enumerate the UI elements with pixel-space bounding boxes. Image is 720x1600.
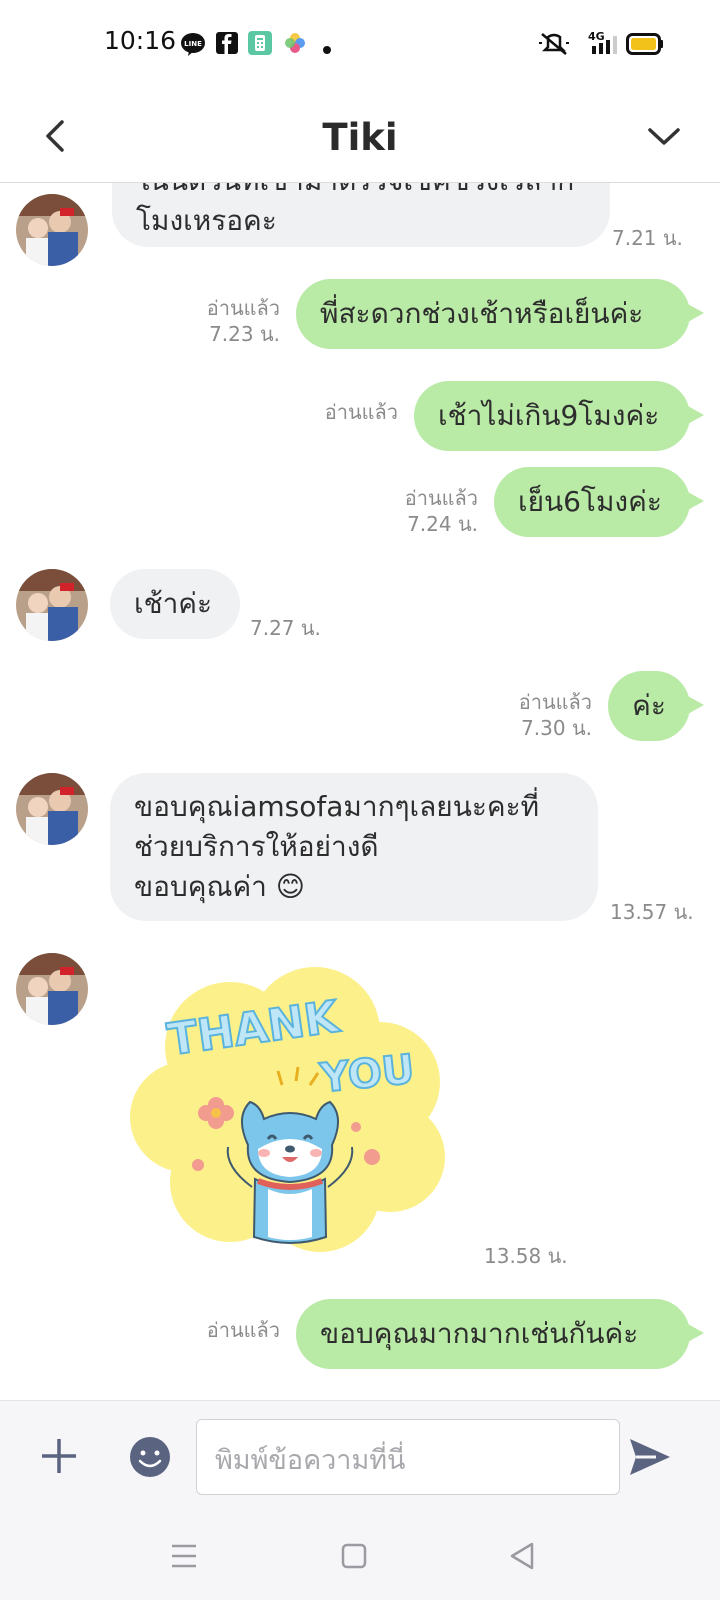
read-label: อ่านแล้ว [206, 296, 280, 320]
message-outgoing: อ่านแล้ว 7.23 น. พี่สะดวกช่วงเช้าหรือเย็… [0, 279, 720, 351]
menu-toggle-button[interactable] [636, 108, 692, 164]
message-input-bar: พิมพ์ข้อความที่นี่ [0, 1400, 720, 1513]
message-read-status: อ่านแล้ว 7.23 น. [160, 295, 280, 347]
plus-icon [42, 1439, 76, 1473]
read-label: อ่านแล้ว [518, 690, 592, 714]
emoji-icon [130, 1437, 170, 1477]
message-time: 7.27 น. [250, 616, 321, 640]
message-time: 7.23 น. [209, 322, 280, 346]
message-bubble[interactable]: ขอบคุณiamsofaมากๆเลยนะคะที่ ช่วยบริการให… [110, 773, 598, 921]
avatar[interactable] [16, 569, 88, 641]
read-label: อ่านแล้ว [324, 400, 398, 424]
message-bubble[interactable]: พี่สะดวกช่วงเช้าหรือเย็นค่ะ [296, 279, 690, 349]
message-read-status: อ่านแล้ว [160, 1317, 280, 1343]
message-bubble[interactable]: เช้าค่ะ [110, 569, 240, 639]
mute-icon [538, 31, 570, 61]
read-label: อ่านแล้ว [404, 486, 478, 510]
message-time: 7.21 น. [612, 226, 683, 250]
back-icon [510, 1542, 534, 1570]
message-outgoing: อ่านแล้ว 7.30 น. ค่ะ [0, 671, 720, 743]
svg-text:LINE: LINE [184, 40, 202, 48]
recent-apps-icon [172, 1544, 196, 1568]
message-read-status: อ่านแล้ว [280, 399, 398, 425]
message-line: โมงเหรอคะ [136, 204, 277, 237]
avatar[interactable] [16, 773, 88, 845]
message-line: ขอบคุณiamsofaมากๆเลยนะคะที่ [134, 790, 540, 823]
message-bubble[interactable]: เช้าไม่เกิน9โมงค่ะ [414, 381, 690, 451]
line-app-icon: LINE [180, 32, 206, 60]
bubble-tail [686, 695, 704, 715]
message-bubble[interactable]: ขอบคุณมากมากเช่นกันค่ะ [296, 1299, 690, 1369]
message-bubble[interactable]: ในนัดวันที่เข้ามาตรวจเช็คช่วงเวลากี่ โมง… [112, 183, 610, 247]
message-incoming: ในนัดวันที่เข้ามาตรวจเช็คช่วงเวลากี่ โมง… [0, 183, 720, 266]
dot-icon [322, 40, 332, 59]
message-outgoing: อ่านแล้ว เช้าไม่เกิน9โมงค่ะ [0, 381, 720, 453]
thank-you-sticker[interactable]: THANK YOU [130, 967, 450, 1257]
bubble-tail [686, 1323, 704, 1343]
message-time: 13.57 น. [610, 900, 694, 924]
home-icon [341, 1543, 367, 1569]
message-read-status: อ่านแล้ว 7.30 น. [470, 689, 592, 741]
message-input[interactable]: พิมพ์ข้อความที่นี่ [196, 1419, 620, 1495]
avatar[interactable] [16, 953, 88, 1025]
send-button[interactable] [626, 1433, 674, 1481]
chat-area[interactable]: ในนัดวันที่เข้ามาตรวจเช็คช่วงเวลากี่ โมง… [0, 183, 720, 1400]
recent-apps-button[interactable] [166, 1538, 202, 1574]
message-incoming: เช้าค่ะ 7.27 น. [0, 569, 720, 649]
message-time: 7.30 น. [521, 716, 592, 740]
input-placeholder: พิมพ์ข้อความที่นี่ [215, 1445, 406, 1476]
message-line: ในนัดวันที่เข้ามาตรวจเช็คช่วงเวลากี่ [136, 183, 586, 201]
status-bar: 10:16 LINE 4G [0, 0, 720, 90]
avatar[interactable] [16, 194, 88, 266]
photos-icon [284, 32, 306, 58]
home-button[interactable] [336, 1538, 372, 1574]
message-line: ขอบคุณค่า 😊 [134, 870, 305, 903]
bubble-tail [686, 491, 704, 511]
message-incoming-sticker: THANK YOU 13.58 น. [0, 953, 720, 1273]
emoji-button[interactable] [128, 1435, 172, 1479]
message-read-status: อ่านแล้ว 7.24 น. [358, 485, 478, 537]
facebook-icon [216, 32, 238, 58]
bubble-tail [686, 405, 704, 425]
message-outgoing: อ่านแล้ว ขอบคุณมากมากเช่นกันค่ะ [0, 1299, 720, 1371]
bubble-tail [686, 303, 704, 323]
calculator-icon [248, 31, 272, 59]
send-icon [630, 1439, 670, 1475]
network-label: 4G [588, 30, 605, 43]
battery-icon [626, 33, 664, 59]
message-time: 13.58 น. [484, 1244, 568, 1268]
message-bubble[interactable]: เย็น6โมงค่ะ [494, 467, 690, 537]
message-bubble[interactable]: ค่ะ [608, 671, 690, 741]
message-line: ช่วยบริการให้อย่างดี [134, 830, 379, 863]
signal-icon: 4G [582, 28, 618, 60]
status-time: 10:16 [104, 26, 177, 55]
chat-title: Tiki [322, 116, 398, 159]
message-incoming: ขอบคุณiamsofaมากๆเลยนะคะที่ ช่วยบริการให… [0, 773, 720, 933]
message-time: 7.24 น. [407, 512, 478, 536]
read-label: อ่านแล้ว [206, 1318, 280, 1342]
system-back-button[interactable] [504, 1538, 540, 1574]
system-nav-bar [0, 1512, 720, 1600]
chevron-down-icon [648, 128, 680, 145]
plus-button[interactable] [34, 1431, 84, 1481]
message-outgoing: อ่านแล้ว 7.24 น. เย็น6โมงค่ะ [0, 467, 720, 539]
chat-header: Tiki [0, 90, 720, 183]
